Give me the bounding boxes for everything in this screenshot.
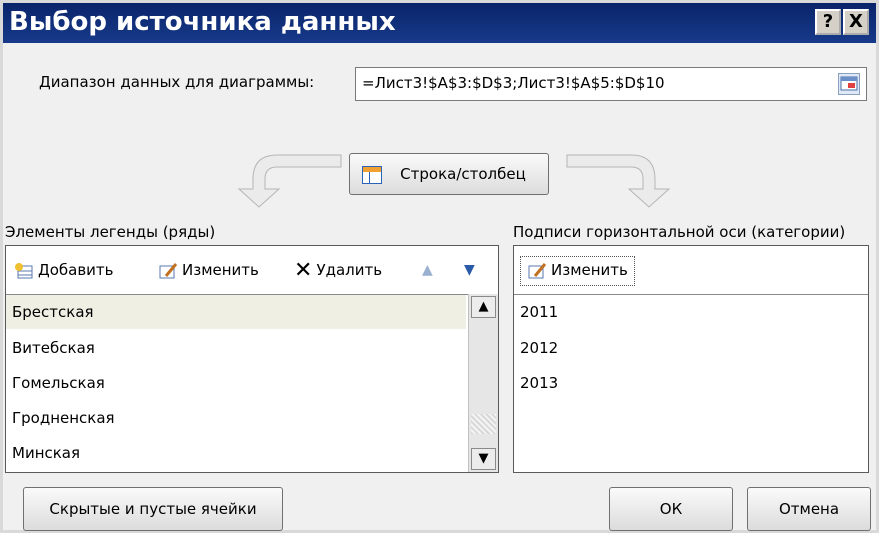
- left-arrow-decoration: [237, 154, 342, 208]
- ok-button[interactable]: ОК: [609, 487, 733, 531]
- edit-axis-labels-label: Изменить: [551, 261, 628, 279]
- axis-label-item[interactable]: 2012: [514, 331, 854, 365]
- switch-row-column-icon: [362, 166, 382, 184]
- right-arrow-decoration: [566, 154, 671, 208]
- legend-entries-panel: Добавить Изменить ✕ Удалить ▲ ▼ Брестская…: [5, 245, 499, 473]
- add-series-icon: [15, 262, 33, 278]
- edit-axis-labels-button[interactable]: Изменить: [520, 256, 635, 286]
- axis-label-item[interactable]: 2013: [514, 366, 854, 400]
- chart-range-label: Диапазон данных для диаграммы:: [39, 73, 315, 91]
- edit-axis-icon: [528, 262, 547, 278]
- collapse-dialog-button[interactable]: [838, 73, 860, 95]
- scroll-up-icon: ▲: [478, 299, 489, 314]
- switch-row-column-label: Строка/столбец: [400, 165, 526, 183]
- add-series-button[interactable]: Добавить: [14, 258, 114, 282]
- edit-series-icon: [159, 262, 178, 278]
- axis-label-item[interactable]: 2011: [514, 295, 854, 329]
- hidden-empty-cells-button[interactable]: Скрытые и пустые ячейки: [23, 487, 283, 531]
- arrow-up-icon: ▲: [422, 262, 433, 278]
- axis-labels-panel: Изменить 2011 2012 2013: [513, 245, 869, 473]
- delete-icon: ✕: [294, 257, 313, 283]
- help-button[interactable]: ?: [815, 9, 841, 35]
- scroll-up-button[interactable]: ▲: [471, 296, 496, 318]
- delete-series-label: Удалить: [316, 261, 383, 279]
- collapse-range-icon: [840, 76, 858, 91]
- legend-item[interactable]: Гродненская: [6, 401, 466, 435]
- chart-range-value: =Лист3!$A$3:$D$3;Лист3!$A$5:$D$10: [362, 74, 665, 92]
- edit-series-label: Изменить: [182, 261, 259, 279]
- scroll-down-button[interactable]: ▼: [471, 448, 496, 470]
- legend-toolbar: Добавить Изменить ✕ Удалить ▲ ▼: [6, 246, 498, 295]
- move-down-button[interactable]: ▼: [464, 258, 475, 282]
- legend-scrollbar[interactable]: ▲ ▼: [468, 294, 498, 472]
- delete-series-button[interactable]: ✕ Удалить: [294, 258, 382, 282]
- select-data-source-dialog: Выбор источника данных ? X Диапазон данн…: [0, 0, 879, 533]
- axis-section-heading: Подписи горизонтальной оси (категории): [513, 223, 846, 241]
- move-up-button[interactable]: ▲: [422, 258, 433, 282]
- dialog-title: Выбор источника данных: [9, 7, 396, 37]
- edit-series-button[interactable]: Изменить: [158, 258, 259, 282]
- cancel-button[interactable]: Отмена: [747, 487, 871, 531]
- title-bar: Выбор источника данных ? X: [3, 3, 876, 43]
- legend-item[interactable]: Гомельская: [6, 366, 466, 400]
- legend-item[interactable]: Витебская: [6, 331, 466, 365]
- legend-item[interactable]: Брестская: [6, 295, 466, 329]
- add-series-label: Добавить: [38, 261, 114, 279]
- chart-range-input[interactable]: =Лист3!$A$3:$D$3;Лист3!$A$5:$D$10: [355, 67, 867, 101]
- legend-item[interactable]: Минская: [6, 436, 466, 470]
- arrow-down-icon: ▼: [464, 262, 475, 278]
- scroll-thumb[interactable]: [471, 414, 496, 434]
- switch-row-column-button[interactable]: Строка/столбец: [349, 153, 549, 195]
- axis-toolbar: Изменить: [514, 246, 868, 295]
- close-button[interactable]: X: [843, 9, 869, 35]
- scroll-down-icon: ▼: [478, 451, 489, 466]
- legend-section-heading: Элементы легенды (ряды): [5, 223, 216, 241]
